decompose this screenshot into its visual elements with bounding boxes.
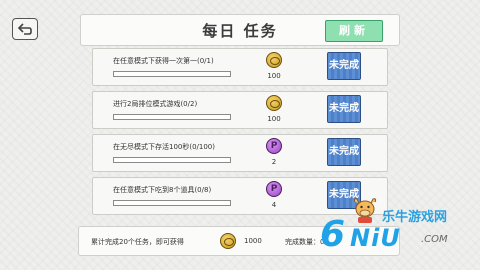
reward-amount: 4 (271, 201, 277, 209)
task-progress-bar (113, 71, 231, 77)
task-progress-bar (113, 200, 231, 206)
refresh-button[interactable]: 刷新 (325, 20, 383, 42)
cumulative-reward-amount: 1000 (244, 237, 262, 245)
task-row: 进行2局排位模式游戏(0/2) 100 未完成 (92, 91, 388, 129)
watermark-six: 6 (320, 214, 346, 255)
task-progress-bar (113, 157, 231, 163)
watermark-domain: .COM (421, 234, 448, 245)
watermark-logo: 乐牛游戏网 6 NiU .COM (316, 196, 480, 256)
task-status-button[interactable]: 未完成 (327, 52, 361, 80)
bull-mascot-icon (353, 198, 377, 223)
task-description: 进行2局排位模式游戏(0/2) (113, 100, 198, 108)
task-description: 在任意模式下吃到8个道具(0/8) (113, 186, 212, 194)
cumulative-reward-text: 累计完成20个任务，即可获得 (91, 238, 184, 246)
task-row: 在任意模式下获得一次第一(0/1) 100 未完成 (92, 48, 388, 86)
reward-amount: 100 (267, 115, 281, 123)
purple-coin-icon: P (266, 181, 282, 197)
back-arrow-icon (17, 23, 32, 35)
back-button[interactable] (12, 18, 38, 40)
reward-amount: 100 (267, 72, 281, 80)
watermark-site-name: 乐牛游戏网 (382, 210, 448, 225)
gold-coin-icon (220, 233, 236, 249)
task-progress-bar (113, 114, 231, 120)
task-status-button[interactable]: 未完成 (327, 95, 361, 123)
watermark-letters: NiU (350, 224, 401, 252)
header-bar: 每日 任务 刷新 (80, 14, 400, 46)
purple-coin-icon: P (266, 138, 282, 154)
task-description: 在无尽模式下存活100秒(0/100) (113, 143, 215, 151)
gold-coin-icon (266, 52, 282, 68)
task-row: 在无尽模式下存活100秒(0/100) P 2 未完成 (92, 134, 388, 172)
task-description: 在任意模式下获得一次第一(0/1) (113, 57, 214, 65)
reward-amount: 2 (271, 158, 277, 166)
task-status-button[interactable]: 未完成 (327, 138, 361, 166)
gold-coin-icon (266, 95, 282, 111)
